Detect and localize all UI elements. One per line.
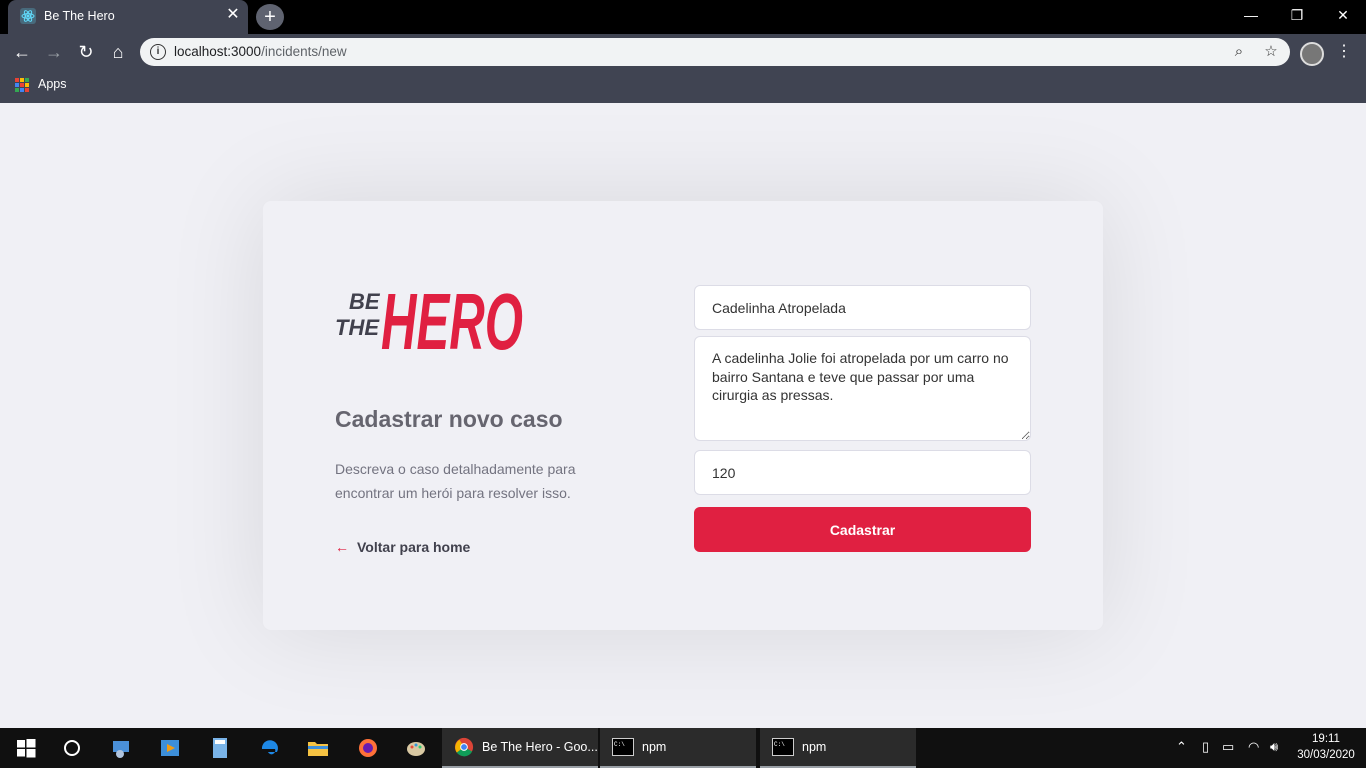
page-description: Descreva o caso detalhadamente para enco… [335,461,576,501]
value-input[interactable] [694,450,1031,495]
logo-word-be: BE [349,289,381,314]
battery-icon[interactable]: ▭ [1222,739,1234,755]
tab-title: Be The Hero [44,9,115,23]
firefox-icon[interactable] [356,736,380,760]
taskbar-app-label: Be The Hero - Goo... [482,740,598,754]
system-clock[interactable]: 19:11 30/03/2020 [1296,731,1356,763]
chevron-up-icon[interactable]: ⌃ [1176,739,1187,755]
restore-icon[interactable]: ❐ [1274,0,1320,30]
calculator-icon[interactable] [208,736,232,760]
chrome-icon [454,737,474,757]
network-app-icon[interactable] [110,736,134,760]
profile-avatar[interactable] [1300,42,1324,66]
star-icon[interactable]: ☆ [1262,43,1280,61]
browser-tab-bar: Be The Hero ✕ + — ❐ ✕ [0,0,1366,34]
terminal-icon: C:\ [772,738,794,756]
url-host: localhost:3000 [174,44,262,59]
taskbar-app-label: npm [642,740,667,754]
reload-icon[interactable]: ↻ [72,38,100,66]
new-incident-card: BE THE HERO Cadastrar novo caso Descreva… [263,201,1103,630]
media-player-icon[interactable] [158,736,182,760]
search-circle-icon[interactable] [60,736,84,760]
arrow-left-icon: ← [335,539,349,555]
minimize-icon[interactable]: — [1228,0,1274,30]
url-text[interactable]: localhost:3000/incidents/new [174,44,347,59]
page-content: BE THE HERO Cadastrar novo caso Descreva… [0,103,1366,728]
react-icon [20,8,36,24]
taskbar-app-npm-1[interactable]: C:\ npm [600,728,756,768]
clock-time: 19:11 [1312,733,1340,745]
be-the-hero-logo: BE THE HERO [335,277,523,355]
browser-tab[interactable]: Be The Hero ✕ [8,0,248,34]
windows-taskbar: Be The Hero - Goo... C:\ npm C:\ npm ⌃ ▯… [0,728,1366,768]
taskbar-app-npm-2[interactable]: C:\ npm [760,728,916,768]
browser-toolbar: ← → ↻ ⌂ i localhost:3000/incidents/new ⌕… [0,34,1366,70]
logo-word-hero: HERO [381,277,523,355]
address-bar[interactable]: i localhost:3000/incidents/new ⌕ ☆ [140,38,1290,66]
volume-icon[interactable]: 🔊︎ [1270,739,1278,755]
back-link-label: Voltar para home [357,539,471,555]
wifi-icon[interactable]: ◠ [1248,739,1259,755]
title-input[interactable] [694,285,1031,330]
url-path: /incidents/new [261,44,347,59]
home-icon[interactable]: ⌂ [104,38,132,66]
close-tab-icon[interactable]: ✕ [223,5,243,25]
logo-word-the: THE [335,315,380,340]
page-title: Cadastrar novo caso [335,406,563,432]
menu-icon[interactable]: ⋮ [1336,40,1352,64]
edge-browser-icon[interactable] [258,736,282,760]
back-icon[interactable]: ← [8,38,36,66]
close-window-icon[interactable]: ✕ [1320,0,1366,30]
clock-date: 30/03/2020 [1297,749,1355,761]
usb-icon[interactable]: ▯ [1202,739,1209,755]
bookmarks-bar: Apps [0,70,1366,103]
taskbar-app-label: npm [802,740,827,754]
back-to-home-link[interactable]: ← Voltar para home [335,537,470,557]
apps-icon[interactable] [15,78,29,92]
forward-icon[interactable]: → [40,38,68,66]
apps-bookmark[interactable]: Apps [38,77,67,91]
zoom-icon[interactable]: ⌕ [1230,43,1248,61]
submit-button[interactable]: Cadastrar [694,507,1031,552]
site-info-icon[interactable]: i [150,44,166,60]
paint-icon[interactable] [404,736,428,760]
description-textarea[interactable]: A cadelinha Jolie foi atropelada por um … [694,336,1031,441]
file-explorer-icon[interactable] [306,736,330,760]
new-tab-button[interactable]: + [256,4,284,30]
taskbar-app-chrome[interactable]: Be The Hero - Goo... [442,728,598,768]
windows-start-icon[interactable] [14,736,38,760]
terminal-icon: C:\ [612,738,634,756]
svg-text:C:\: C:\ [614,741,625,748]
svg-text:C:\: C:\ [774,741,785,748]
